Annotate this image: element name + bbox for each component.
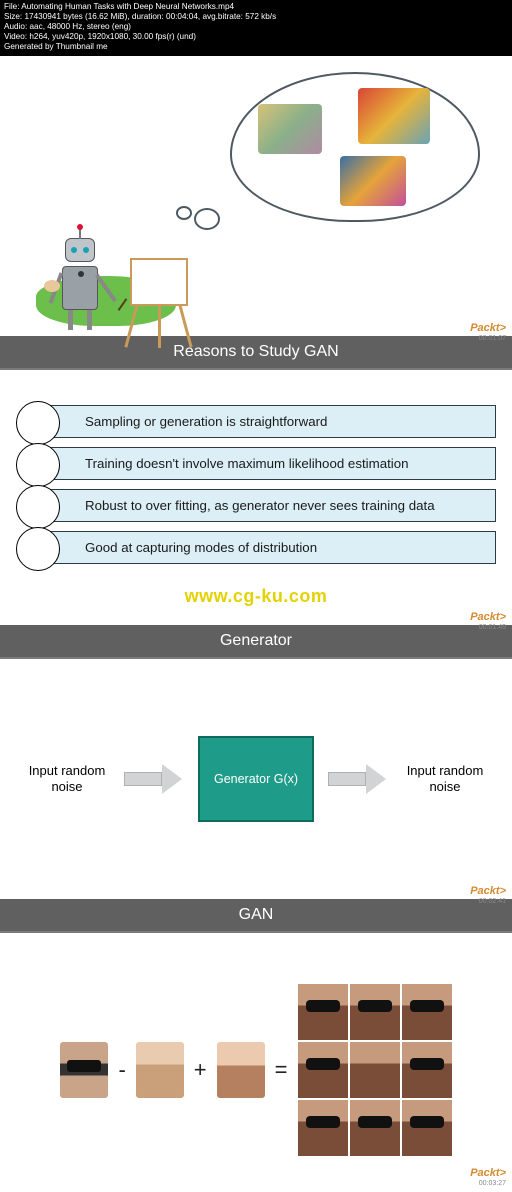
reason-item: Good at capturing modes of distribution [38,531,496,564]
face-woman-icon [217,1042,265,1098]
arrow-right-icon [328,766,388,792]
timecode: 00:01:07 [479,335,506,342]
brand-logo: Packt> [470,322,506,334]
result-face-grid [298,984,452,1156]
reason-item: Training doesn't involve maximum likelih… [38,447,496,480]
face-result-icon [402,1042,452,1098]
meta-size: Size: 17430941 bytes (16.62 MiB), durati… [4,12,508,22]
bubble-puff-icon [176,206,192,220]
reason-item: Sampling or generation is straightforwar… [38,405,496,438]
heading-reasons: Reasons to Study GAN [0,336,512,368]
slide-intro: Packt> 00:01:07 [0,56,512,336]
meta-generated: Generated by Thumbnail me [4,42,508,52]
heading-generator: Generator [0,625,512,657]
meta-file: File: Automating Human Tasks with Deep N… [4,2,508,12]
video-metadata-header: File: Automating Human Tasks with Deep N… [0,0,512,56]
easel-icon [130,258,188,306]
face-result-icon [350,984,400,1040]
brand-logo: Packt> [470,1167,506,1179]
arrow-right-icon [124,766,184,792]
face-result-icon [350,1042,400,1098]
reason-text: Good at capturing modes of distribution [38,531,496,564]
face-result-icon [298,1042,348,1098]
bullet-circle-icon [16,527,60,571]
robot-icon [62,266,98,310]
output-label: Input random noise [402,763,488,794]
input-label: Input random noise [24,763,110,794]
bubble-puff-icon [194,208,220,230]
plus-operator: + [192,1057,209,1083]
meta-audio: Audio: aac, 48000 Hz, stereo (eng) [4,22,508,32]
bullet-circle-icon [16,401,60,445]
painting-thumbnail-icon [358,88,430,144]
brand-logo: Packt> [470,885,506,897]
face-result-icon [402,1100,452,1156]
face-result-icon [402,984,452,1040]
slide-generator: Input random noise Generator G(x) Input … [0,659,512,899]
heading-gan: GAN [0,899,512,931]
generator-box: Generator G(x) [198,736,314,822]
watermark: www.cg-ku.com [0,586,512,607]
bullet-circle-icon [16,485,60,529]
equals-operator: = [273,1057,290,1083]
meta-video: Video: h264, yuv420p, 1920x1080, 30.00 f… [4,32,508,42]
minus-operator: - [116,1057,127,1083]
timecode: 00:01:49 [479,624,506,631]
thought-bubble [230,72,480,222]
face-man-glasses-icon [60,1042,108,1098]
slide-gan-arithmetic: - + = Packt> 00:03:27 [0,933,512,1181]
bullet-circle-icon [16,443,60,487]
face-result-icon [298,1100,348,1156]
brand-logo: Packt> [470,611,506,623]
reason-text: Training doesn't involve maximum likelih… [38,447,496,480]
reason-text: Sampling or generation is straightforwar… [38,405,496,438]
reason-item: Robust to over fitting, as generator nev… [38,489,496,522]
timecode: 00:03:27 [479,1180,506,1187]
timecode: 00:02:41 [479,898,506,905]
slide-reasons: Sampling or generation is straightforwar… [0,370,512,625]
painting-thumbnail-icon [340,156,406,206]
reason-text: Robust to over fitting, as generator nev… [38,489,496,522]
face-result-icon [298,984,348,1040]
face-man-icon [136,1042,184,1098]
face-result-icon [350,1100,400,1156]
painting-thumbnail-icon [258,104,322,154]
